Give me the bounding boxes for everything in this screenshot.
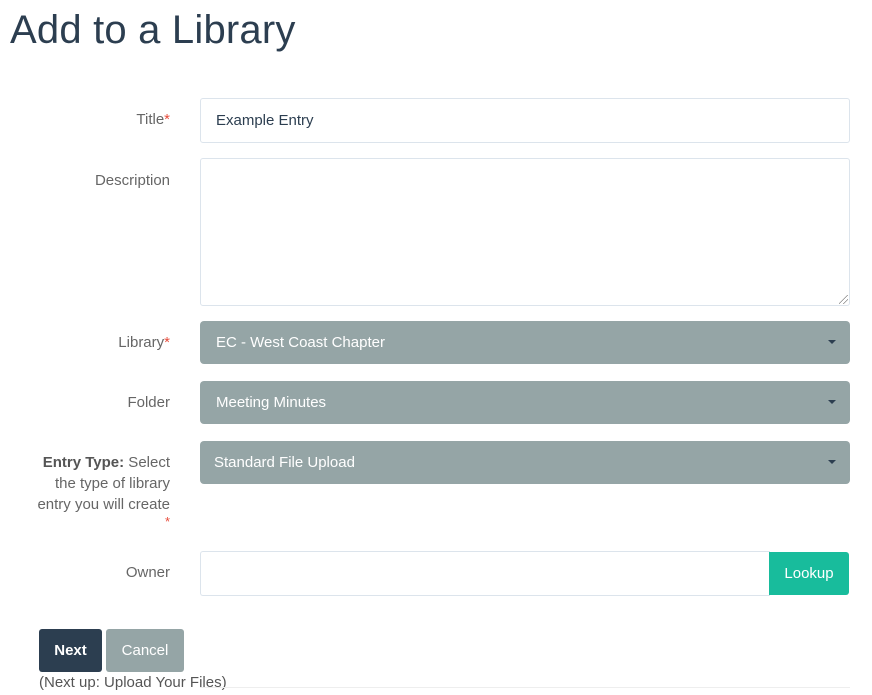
caret-down-icon — [828, 400, 836, 404]
owner-input[interactable] — [200, 551, 770, 596]
library-required-mark: * — [164, 334, 170, 351]
entry-type-label-bold: Entry Type: — [42, 454, 125, 471]
page-title: Add to a Library — [10, 8, 296, 52]
next-up-hint: (Next up: Upload Your Files) — [39, 674, 227, 691]
entry-type-label-line-3: entry you will create — [37, 496, 170, 513]
entry-type-label-line-1: Entry Type: Select — [20, 452, 170, 473]
title-label-text: Title — [136, 111, 165, 128]
entry-type-label-line-2: the type of library — [54, 475, 170, 492]
library-label: Library* — [118, 332, 170, 353]
description-textarea[interactable] — [200, 158, 850, 306]
next-button[interactable]: Next — [39, 629, 102, 672]
owner-label: Owner — [125, 564, 170, 581]
entry-type-label-rest: Select — [124, 454, 170, 471]
title-input[interactable]: Example Entry — [200, 98, 850, 143]
add-library-entry-page: Add to a Library Title* Example Entry De… — [0, 0, 872, 695]
folder-select[interactable]: Meeting Minutes — [200, 381, 850, 424]
entry-type-select[interactable]: Standard File Upload — [200, 441, 850, 484]
resize-grip-icon[interactable] — [839, 295, 848, 304]
folder-selected-value: Meeting Minutes — [216, 394, 327, 411]
library-selected-value: EC - West Coast Chapter — [216, 334, 385, 351]
caret-down-icon — [828, 340, 836, 344]
divider — [200, 687, 850, 688]
description-label: Description — [94, 172, 170, 189]
title-label: Title* — [136, 109, 170, 130]
entry-type-label: Entry Type: Select the type of library e… — [20, 452, 170, 529]
lookup-button[interactable]: Lookup — [769, 552, 849, 595]
folder-label: Folder — [127, 394, 170, 411]
title-input-value: Example Entry — [216, 112, 314, 129]
library-label-text: Library — [118, 334, 165, 351]
title-required-mark: * — [164, 111, 170, 128]
entry-type-required-mark: * — [164, 514, 170, 529]
cancel-button[interactable]: Cancel — [106, 629, 184, 672]
entry-type-selected-value: Standard File Upload — [214, 454, 355, 471]
library-select[interactable]: EC - West Coast Chapter — [200, 321, 850, 364]
caret-down-icon — [828, 460, 836, 464]
